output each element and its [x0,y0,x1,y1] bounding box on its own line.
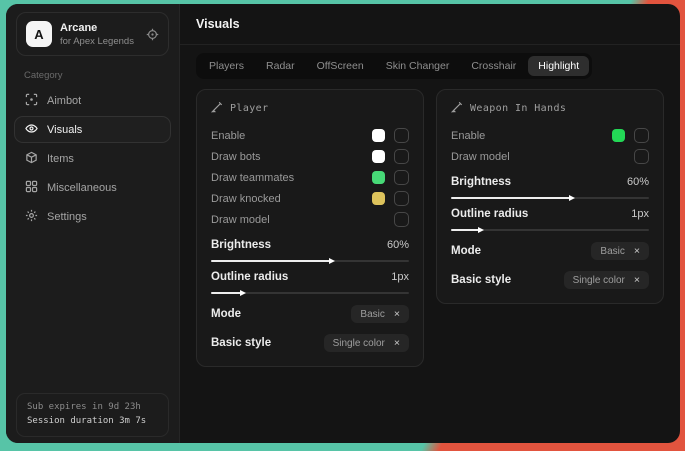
toggle-row-draw-model: Draw model [211,209,409,230]
slider-value: 60% [387,239,409,251]
sidebar-item-items[interactable]: Items [14,145,171,172]
sidebar-item-label: Settings [47,211,87,223]
crosshair-icon [25,93,38,109]
slider-thumb[interactable] [329,258,335,264]
main-area: Visuals Players Radar OffScreen Skin Cha… [180,4,680,443]
color-swatch[interactable] [372,192,385,205]
target-icon[interactable] [146,28,159,41]
color-swatch[interactable] [372,171,385,184]
app-subtitle: for Apex Legends [60,36,134,47]
mode-tag[interactable]: Basic × [591,242,649,260]
basic-style-row: Basic style Single color × [451,271,649,289]
sub-expires-text: Sub expires in 9d 23h [27,401,158,415]
player-panel: Player Enable Draw bots Draw teammates [196,89,424,367]
basic-style-tag[interactable]: Single color × [564,271,649,289]
toggle-row-draw-knocked: Draw knocked [211,188,409,209]
app-logo: A [26,21,52,47]
highlight-content: Player Enable Draw bots Draw teammates [180,79,680,377]
mode-row: Mode Basic × [211,305,409,323]
brightness-slider[interactable] [451,197,649,199]
desktop-background: A Arcane for Apex Legends Category [0,0,685,451]
toggle-row-draw-bots: Draw bots [211,146,409,167]
sidebar: A Arcane for Apex Legends Category [6,4,180,443]
draw-model-checkbox[interactable] [394,212,409,227]
close-icon[interactable]: × [394,338,400,349]
subscription-info: Sub expires in 9d 23h Session duration 3… [16,393,169,437]
sidebar-item-label: Aimbot [47,95,81,107]
brightness-slider[interactable] [211,260,409,262]
visuals-tabbar: Players Radar OffScreen Skin Changer Cro… [196,53,592,79]
draw-model-checkbox-player-knocked[interactable] [394,191,409,206]
eye-icon [25,122,38,138]
sidebar-item-settings[interactable]: Settings [14,203,171,230]
slider-value: 1px [631,208,649,220]
slider-thumb[interactable] [569,195,575,201]
toggle-row-draw-model: Draw model [451,146,649,167]
package-icon [25,151,38,167]
sidebar-item-aimbot[interactable]: Aimbot [14,87,171,114]
app-title: Arcane [60,22,134,34]
sidebar-item-visuals[interactable]: Visuals [14,116,171,143]
draw-teammates-checkbox[interactable] [394,170,409,185]
sidebar-item-miscellaneous[interactable]: Miscellaneous [14,174,171,201]
brightness-slider-block: Brightness 60% [211,239,409,262]
color-swatch[interactable] [372,129,385,142]
sidebar-item-label: Miscellaneous [47,182,117,194]
highlighter-icon [451,101,463,116]
main-header: Visuals [180,4,680,45]
toggle-row-enable: Enable [451,125,649,146]
mode-row: Mode Basic × [451,242,649,260]
slider-thumb[interactable] [478,227,484,233]
tab-radar[interactable]: Radar [256,56,305,76]
panel-title: Player [230,103,269,114]
brightness-slider-block: Brightness 60% [451,176,649,199]
sidebar-item-label: Items [47,153,74,165]
panel-title: Weapon In Hands [470,103,566,114]
app-header: A Arcane for Apex Legends [16,12,169,56]
enable-checkbox[interactable] [394,128,409,143]
close-icon[interactable]: × [634,246,640,257]
slider-value: 60% [627,176,649,188]
toggle-row-enable: Enable [211,125,409,146]
category-label: Category [24,70,161,81]
draw-bots-checkbox[interactable] [394,149,409,164]
session-duration-text: Session duration 3m 7s [27,415,158,429]
tab-crosshair[interactable]: Crosshair [461,56,526,76]
sidebar-item-label: Visuals [47,124,82,136]
sidebar-nav: Aimbot Visuals [14,87,171,230]
slider-value: 1px [391,271,409,283]
color-swatch[interactable] [372,150,385,163]
weapon-in-hands-panel: Weapon In Hands Enable Draw model Bright… [436,89,664,304]
outline-radius-slider-block: Outline radius 1px [211,271,409,294]
highlighter-icon [211,101,223,116]
outline-radius-slider[interactable] [211,292,409,294]
tab-skin-changer[interactable]: Skin Changer [376,56,460,76]
page-title: Visuals [196,17,240,31]
outline-radius-slider-block: Outline radius 1px [451,208,649,231]
tab-players[interactable]: Players [199,56,254,76]
enable-checkbox[interactable] [634,128,649,143]
basic-style-row: Basic style Single color × [211,334,409,352]
gear-icon [25,209,38,225]
toggle-row-draw-teammates: Draw teammates [211,167,409,188]
draw-model-checkbox[interactable] [634,149,649,164]
outline-radius-slider[interactable] [451,229,649,231]
close-icon[interactable]: × [634,275,640,286]
app-window: A Arcane for Apex Legends Category [6,4,680,443]
mode-tag[interactable]: Basic × [351,305,409,323]
slider-thumb[interactable] [240,290,246,296]
grid-icon [25,180,38,196]
basic-style-tag[interactable]: Single color × [324,334,409,352]
color-swatch[interactable] [612,129,625,142]
close-icon[interactable]: × [394,309,400,320]
tab-highlight[interactable]: Highlight [528,56,589,76]
tab-offscreen[interactable]: OffScreen [307,56,374,76]
